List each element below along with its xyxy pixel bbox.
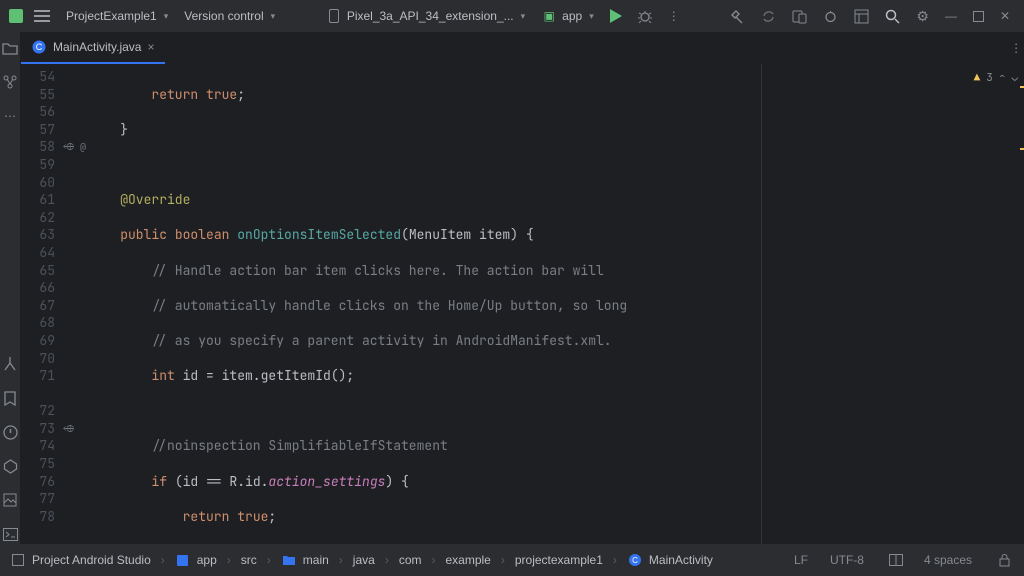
minimize-icon: — [945, 9, 957, 23]
device-manager-icon [792, 9, 807, 24]
breadcrumb-item[interactable]: java [353, 553, 375, 567]
run-config-selector[interactable]: ▣app▾ [535, 5, 600, 27]
avd-button[interactable] [786, 6, 813, 27]
resource-manager-button[interactable] [0, 490, 20, 510]
hammer-icon [730, 9, 745, 24]
editor-area: C MainActivity.java × ⋮ ▲ 3 ⌃ ⌄ 54555657… [21, 32, 1024, 544]
breadcrumb-separator: › [157, 553, 169, 567]
editor-tabs: C MainActivity.java × ⋮ [21, 32, 1024, 64]
search-button[interactable] [879, 6, 906, 27]
prev-highlight-button[interactable]: ⌃ [999, 70, 1006, 88]
chevron-down-icon: ▾ [164, 11, 169, 22]
tab-close-button[interactable]: × [147, 40, 154, 54]
editor-tab-mainactivity[interactable]: C MainActivity.java × [21, 32, 165, 64]
main-toolbar: ProjectExample1 ▾ Version control▾ Pixel_… [0, 0, 1024, 32]
editor-more-button[interactable]: ⋮ [1004, 38, 1024, 58]
breadcrumb-item[interactable]: app [197, 553, 217, 567]
java-class-icon: C [31, 39, 47, 55]
main-content: ⋯ C MainActivity.java × ⋮ ▲ 3 ⌃ ⌄ [0, 32, 1024, 544]
right-margin-guide [761, 64, 762, 544]
close-window-button[interactable]: ✕ [994, 6, 1016, 26]
status-bar: Project Android Studio › app › src › mai… [0, 544, 1024, 576]
close-icon: ✕ [1000, 9, 1010, 23]
svg-text:C: C [36, 42, 43, 52]
project-name: ProjectExample1 [66, 9, 157, 23]
breadcrumb-item[interactable]: example [445, 553, 490, 567]
breadcrumb-item[interactable]: src [241, 553, 257, 567]
indent-indicator[interactable]: 4 spaces [924, 553, 972, 567]
sync-button[interactable] [755, 6, 782, 27]
build-button[interactable] [724, 6, 751, 27]
profiler-icon [823, 9, 838, 24]
lock-icon[interactable] [994, 550, 1014, 570]
vcs-selector[interactable]: Version control▾ [178, 6, 281, 26]
chevron-down-icon: ▾ [271, 11, 276, 22]
build-variants-button[interactable] [0, 354, 20, 374]
android-icon: ▣ [541, 8, 557, 24]
module-icon [175, 552, 191, 568]
warning-count: 3 [986, 70, 993, 88]
minimize-button[interactable]: — [939, 6, 963, 26]
profiler-button[interactable] [817, 6, 844, 27]
terminal-tool-button[interactable] [0, 524, 20, 544]
file-encoding[interactable]: UTF-8 [830, 553, 864, 567]
inspection-tool-button[interactable] [0, 456, 20, 476]
play-icon [610, 9, 622, 23]
structure-tool-button[interactable] [0, 72, 20, 92]
device-selector[interactable]: Pixel_3a_API_34_extension_...▾ [320, 5, 531, 27]
chevron-down-icon: ▾ [521, 11, 526, 22]
more-actions-button[interactable]: ⋮ [662, 6, 686, 26]
nav-bar-icon[interactable] [10, 552, 26, 568]
more-horizontal-icon: ⋯ [4, 109, 16, 123]
search-icon [885, 9, 900, 24]
next-highlight-button[interactable]: ⌄ [1011, 70, 1018, 88]
gear-icon: ⚙ [916, 8, 929, 25]
project-tool-button[interactable] [0, 38, 20, 58]
warning-icon: ▲ [974, 70, 981, 88]
bookmarks-tool-button[interactable] [0, 388, 20, 408]
chevron-down-icon: ▾ [589, 11, 594, 22]
device-icon [326, 8, 342, 24]
line-separator[interactable]: LF [794, 553, 808, 567]
code-editor[interactable]: ▲ 3 ⌃ ⌄ 54555657585960616263646566676869… [21, 64, 1024, 544]
breadcrumb-root[interactable]: Project Android Studio [32, 553, 151, 567]
main-menu-button[interactable] [28, 7, 56, 25]
maximize-button[interactable] [967, 8, 990, 25]
app-logo [8, 8, 24, 24]
code-content[interactable]: return true; } @Override public boolean … [89, 64, 1024, 544]
gutter-icons[interactable]: ⬲ @⬲ [63, 64, 89, 544]
folder-icon [281, 552, 297, 568]
bug-icon [638, 9, 652, 23]
line-number-gutter[interactable]: 5455565758596061626364656667686970717273… [21, 64, 63, 544]
more-vertical-icon: ⋮ [668, 9, 680, 23]
layout-inspector-button[interactable] [848, 6, 875, 27]
reader-mode-button[interactable] [886, 550, 906, 570]
breadcrumb-class[interactable]: MainActivity [649, 553, 713, 567]
inspection-widget[interactable]: ▲ 3 ⌃ ⌄ [974, 70, 1018, 88]
run-button[interactable] [604, 6, 628, 26]
breadcrumb-item[interactable]: com [399, 553, 422, 567]
maximize-icon [973, 11, 984, 22]
java-class-icon: C [627, 552, 643, 568]
svg-text:C: C [632, 556, 638, 565]
tab-filename: MainActivity.java [53, 40, 141, 54]
problems-tool-button[interactable] [0, 422, 20, 442]
sync-icon [761, 9, 776, 24]
debug-button[interactable] [632, 6, 658, 26]
left-tool-stripe: ⋯ [0, 32, 21, 544]
layout-icon [854, 9, 869, 24]
breadcrumb-item[interactable]: projectexample1 [515, 553, 603, 567]
project-selector[interactable]: ProjectExample1 ▾ [60, 6, 174, 26]
more-tools-button[interactable]: ⋯ [0, 106, 20, 126]
breadcrumb-item[interactable]: main [303, 553, 329, 567]
settings-button[interactable]: ⚙ [910, 5, 935, 28]
